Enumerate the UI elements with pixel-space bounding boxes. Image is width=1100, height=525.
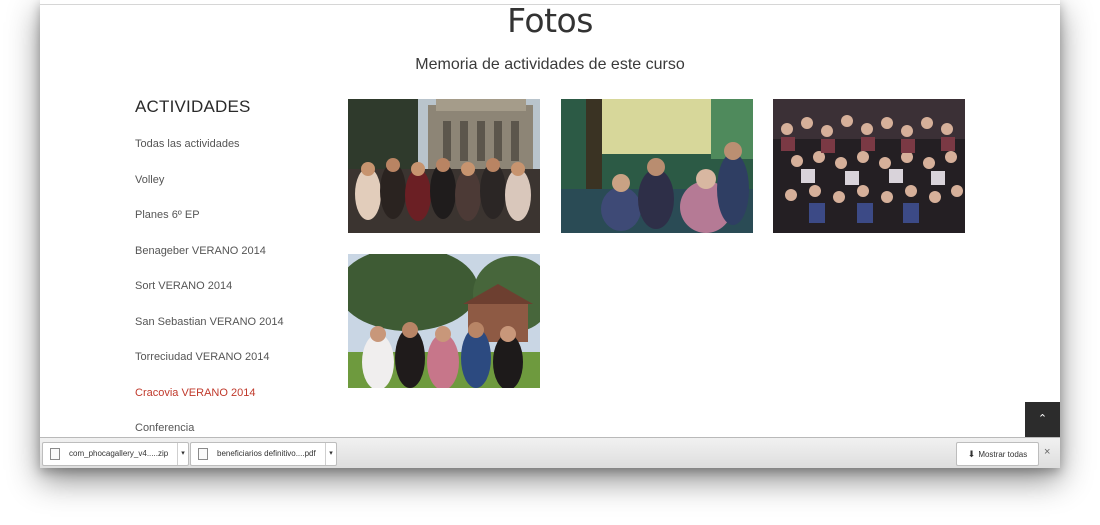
file-icon <box>198 448 208 460</box>
photo-thumbnail <box>348 99 540 233</box>
browser-window: Fotos Memoria de actividades de este cur… <box>40 0 1060 468</box>
sidebar-heading: ACTIVIDADES <box>135 97 251 116</box>
gallery-photo-2[interactable] <box>561 99 753 233</box>
download-filename: com_phocagallery_v4.....zip <box>69 449 169 458</box>
page-subtitle: Memoria de actividades de este curso <box>415 56 685 73</box>
gallery-photo-4[interactable] <box>348 254 540 388</box>
sidebar-item-conferencia[interactable]: Conferencia <box>135 422 194 434</box>
photo-thumbnail <box>561 99 753 233</box>
photo-thumbnail <box>348 254 540 388</box>
sidebar-item-cracovia[interactable]: Cracovia VERANO 2014 <box>135 387 255 399</box>
sidebar-item-todas[interactable]: Todas las actividades <box>135 138 240 150</box>
sidebar-item-planes[interactable]: Planes 6º EP <box>135 209 200 221</box>
sidebar-item-torreciudad[interactable]: Torreciudad VERANO 2014 <box>135 351 270 363</box>
chevron-up-icon: ⌃ <box>1037 413 1048 425</box>
sidebar-item-san-sebastian[interactable]: San Sebastian VERANO 2014 <box>135 316 284 328</box>
download-bar: com_phocagallery_v4.....zip ▾ beneficiar… <box>40 437 1060 468</box>
sidebar-item-benageber[interactable]: Benageber VERANO 2014 <box>135 245 266 257</box>
photo-thumbnail <box>773 99 965 233</box>
gallery-photo-1[interactable] <box>348 99 540 233</box>
download-item-zip[interactable]: com_phocagallery_v4.....zip ▾ <box>42 442 189 466</box>
download-menu-arrow[interactable]: ▾ <box>177 443 188 465</box>
sidebar-item-sort[interactable]: Sort VERANO 2014 <box>135 280 232 292</box>
download-item-pdf[interactable]: beneficiarios definitivo....pdf ▾ <box>190 442 337 466</box>
download-filename: beneficiarios definitivo....pdf <box>217 449 316 458</box>
page-title: Fotos <box>507 1 593 40</box>
download-menu-arrow[interactable]: ▾ <box>325 443 336 465</box>
sidebar-item-volley[interactable]: Volley <box>135 174 164 186</box>
close-download-bar-icon[interactable]: × <box>1044 446 1050 458</box>
file-icon <box>50 448 60 460</box>
show-all-label: Mostrar todas <box>978 450 1028 459</box>
back-to-top-button[interactable]: ⌃ <box>1025 402 1060 437</box>
show-all-downloads-button[interactable]: ⬇ Mostrar todas <box>956 442 1039 466</box>
download-arrow-icon: ⬇ <box>967 449 976 459</box>
gallery-photo-3[interactable] <box>773 99 965 233</box>
